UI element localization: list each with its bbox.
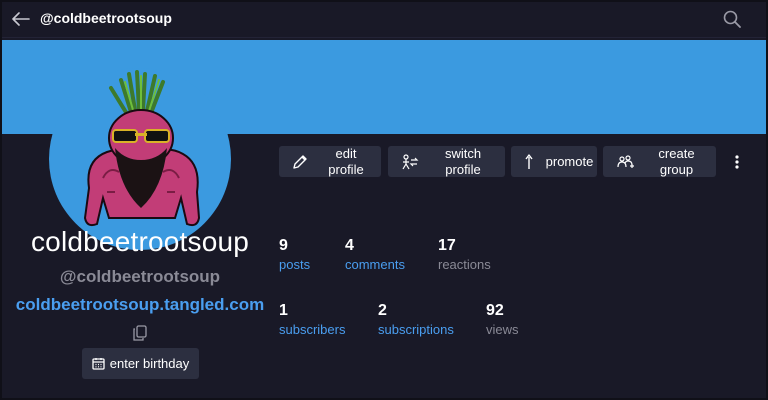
more-vertical-icon <box>735 155 739 169</box>
stat-subscribers-label[interactable]: subscribers <box>279 322 345 338</box>
stat-posts-label[interactable]: posts <box>279 257 310 273</box>
search-icon <box>723 10 741 28</box>
stat-subscriptions-value: 2 <box>378 302 387 319</box>
create-group-label: create group <box>637 146 716 178</box>
stat-subscribers[interactable]: 1 subscribers <box>279 302 345 338</box>
stat-subscriptions[interactable]: 2 subscriptions <box>378 302 454 338</box>
stat-views-label: views <box>486 322 519 337</box>
stat-reactions-value: 17 <box>438 237 456 254</box>
display-name: coldbeetrootsoup <box>30 226 250 257</box>
create-group-label-line2: group <box>659 161 694 177</box>
edit-profile-label-line2: profile <box>328 161 364 177</box>
stat-reactions-label: reactions <box>438 257 491 272</box>
stat-posts[interactable]: 9 posts <box>279 237 310 273</box>
copy-icon <box>133 325 147 341</box>
arrow-left-icon <box>12 12 30 26</box>
promote-label: promote <box>545 153 594 169</box>
switch-user-icon <box>402 153 419 169</box>
switch-profile-label: switch profile <box>421 146 505 178</box>
calendar-icon <box>92 358 105 370</box>
switch-profile-button[interactable]: switch profile <box>388 146 505 177</box>
enter-birthday-label: enter birthday <box>109 356 190 371</box>
back-button[interactable] <box>10 9 32 29</box>
stat-subscriptions-label[interactable]: subscriptions <box>378 322 454 338</box>
user-handle: @coldbeetrootsoup <box>59 267 221 286</box>
stat-comments-label[interactable]: comments <box>345 257 405 273</box>
switch-profile-label-line1: switch <box>444 145 482 161</box>
create-group-label-line1: create <box>658 145 695 161</box>
stat-posts-value: 9 <box>279 237 288 254</box>
copy-button[interactable] <box>131 324 149 342</box>
more-options-button[interactable] <box>728 150 746 174</box>
profile-site-link[interactable]: coldbeetrootsoup.tangled.com <box>0 295 280 315</box>
stat-reactions: 17 reactions <box>438 237 491 273</box>
edit-profile-label-line1: edit <box>335 145 357 161</box>
beetroot-avatar-image <box>83 70 201 227</box>
edit-profile-label: edit profile <box>311 146 381 178</box>
switch-profile-label-line2: profile <box>445 161 481 177</box>
top-bar: @coldbeetrootsoup <box>0 0 768 38</box>
avatar[interactable] <box>49 68 231 250</box>
group-add-icon <box>617 154 634 168</box>
arrow-up-icon <box>525 153 533 169</box>
edit-profile-button[interactable]: edit profile <box>279 146 381 177</box>
enter-birthday-button[interactable]: enter birthday <box>82 348 199 379</box>
create-group-button[interactable]: create group <box>603 146 716 177</box>
page-title: @coldbeetrootsoup <box>40 10 172 26</box>
stat-views-value: 92 <box>486 302 504 319</box>
stat-subscribers-value: 1 <box>279 302 288 319</box>
stat-views: 92 views <box>486 302 519 338</box>
stat-comments-value: 4 <box>345 237 354 254</box>
promote-button[interactable]: promote <box>511 146 597 177</box>
pencil-icon <box>293 154 307 169</box>
stat-comments[interactable]: 4 comments <box>345 237 405 273</box>
search-button[interactable] <box>721 8 743 30</box>
